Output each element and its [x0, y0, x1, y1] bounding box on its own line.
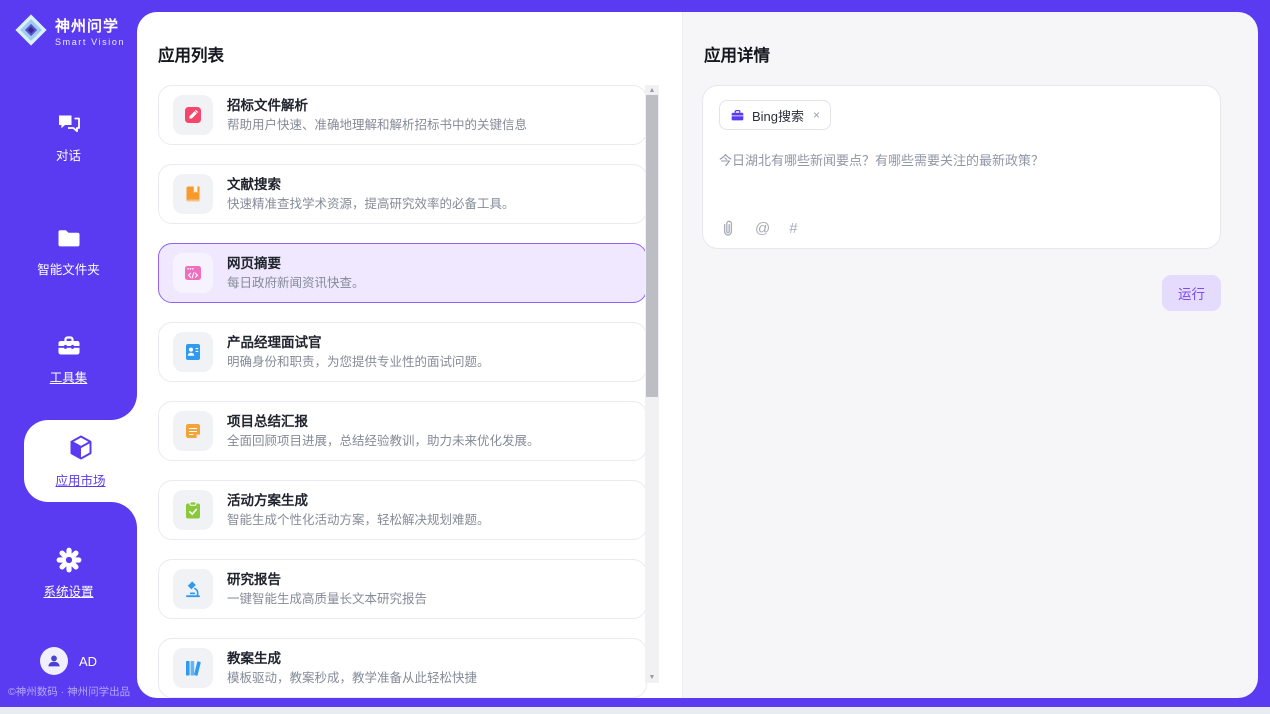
sidebar: 神州问学 Smart Vision 对话智能文件夹工具集应用市场系统设置 AD …: [0, 0, 137, 707]
app-card-desc: 智能生成个性化活动方案，轻松解决规划难题。: [227, 512, 490, 529]
sidebar-item-chat[interactable]: 对话: [0, 102, 137, 172]
paperclip-icon[interactable]: [720, 220, 736, 237]
user-row: AD: [0, 647, 137, 675]
tool-tag-bing-search[interactable]: Bing搜索 ×: [719, 100, 831, 130]
run-row: 运行: [702, 275, 1221, 311]
app-card-title: 项目总结汇报: [227, 413, 540, 430]
app-card[interactable]: 招标文件解析帮助用户快速、准确地理解和解析招标书中的关键信息: [158, 85, 647, 145]
app-card-text: 教案生成模板驱动，教案秒成，教学准备从此轻松快捷: [227, 650, 477, 687]
app-card-text: 产品经理面试官明确身份和职责，为您提供专业性的面试问题。: [227, 334, 490, 371]
document-edit-icon: [173, 95, 213, 135]
app-card[interactable]: 产品经理面试官明确身份和职责，为您提供专业性的面试问题。: [158, 322, 647, 382]
app-card-title: 研究报告: [227, 571, 427, 588]
book-icon: [173, 174, 213, 214]
app-title: 神州问学: [55, 18, 125, 35]
app-card-desc: 全面回顾项目进展，总结经验教训，助力未来优化发展。: [227, 433, 540, 450]
sidebar-item-label: 对话: [56, 145, 81, 164]
app-card-title: 网页摘要: [227, 255, 365, 272]
app-card-desc: 帮助用户快速、准确地理解和解析招标书中的关键信息: [227, 117, 527, 134]
app-card-text: 活动方案生成智能生成个性化活动方案，轻松解决规划难题。: [227, 492, 490, 529]
gear-icon: [55, 546, 83, 574]
avatar[interactable]: [40, 647, 68, 675]
close-icon[interactable]: ×: [813, 108, 820, 122]
composer-toolbar: @#: [720, 220, 798, 237]
app-card-desc: 模板驱动，教案秒成，教学准备从此轻松快捷: [227, 670, 477, 687]
app-card[interactable]: 网页摘要每日政府新闻资讯快查。: [158, 243, 647, 303]
active-tab-curve-bottom: [111, 502, 137, 528]
app-detail-panel: 应用详情 Bing搜索 × 今日湖北有哪些新闻要点？有哪些需要关注的最新政策？ …: [683, 12, 1258, 698]
sidebar-footer: ©神州数码 · 神州问学出品: [8, 684, 130, 699]
app-detail-title: 应用详情: [704, 42, 770, 66]
app-window: 神州问学 Smart Vision 对话智能文件夹工具集应用市场系统设置 AD …: [0, 0, 1270, 714]
clipboard-check-icon: [173, 490, 213, 530]
sidebar-item-label: 应用市场: [55, 470, 105, 489]
app-card[interactable]: 项目总结汇报全面回顾项目进展，总结经验教训，助力未来优化发展。: [158, 401, 647, 461]
scroll-up-icon[interactable]: ▲: [645, 86, 659, 95]
app-card-text: 招标文件解析帮助用户快速、准确地理解和解析招标书中的关键信息: [227, 97, 527, 134]
run-button[interactable]: 运行: [1162, 275, 1221, 311]
app-subtitle: Smart Vision: [55, 37, 125, 47]
books-icon: [173, 648, 213, 688]
app-logo: 神州问学 Smart Vision: [14, 13, 125, 52]
cube-icon: [66, 433, 96, 463]
app-list-panel: 应用列表 招标文件解析帮助用户快速、准确地理解和解析招标书中的关键信息文献搜索快…: [137, 12, 683, 698]
window-bottom-edge: [0, 707, 1270, 714]
app-card[interactable]: 研究报告一键智能生成高质量长文本研究报告: [158, 559, 647, 619]
folder-icon: [55, 224, 83, 252]
app-card-desc: 快速精准查找学术资源，提高研究效率的必备工具。: [227, 196, 515, 213]
prompt-card: Bing搜索 × 今日湖北有哪些新闻要点？有哪些需要关注的最新政策？ @#: [702, 85, 1221, 249]
app-card-text: 项目总结汇报全面回顾项目进展，总结经验教训，助力未来优化发展。: [227, 413, 540, 450]
toolbox-icon: [55, 332, 83, 360]
sidebar-item-tools[interactable]: 工具集: [0, 324, 137, 394]
browser-code-icon: [173, 253, 213, 293]
prompt-input[interactable]: 今日湖北有哪些新闻要点？有哪些需要关注的最新政策？: [719, 152, 1204, 170]
sidebar-item-app-market[interactable]: 应用市场: [24, 420, 137, 502]
note-icon: [173, 411, 213, 451]
tool-tag-label: Bing搜索: [752, 106, 804, 125]
chat-icon: [55, 110, 83, 138]
app-card-title: 产品经理面试官: [227, 334, 490, 351]
sidebar-item-label: 智能文件夹: [37, 259, 100, 278]
sidebar-item-label: 工具集: [50, 367, 88, 386]
app-card-title: 招标文件解析: [227, 97, 527, 114]
scrollbar[interactable]: ▲ ▼: [645, 85, 659, 683]
user-name: AD: [79, 654, 97, 669]
sidebar-item-settings[interactable]: 系统设置: [0, 538, 137, 608]
app-card-desc: 一键智能生成高质量长文本研究报告: [227, 591, 427, 608]
app-card-text: 网页摘要每日政府新闻资讯快查。: [227, 255, 365, 292]
app-card-title: 教案生成: [227, 650, 477, 667]
app-card-title: 文献搜索: [227, 176, 515, 193]
app-card-list: 招标文件解析帮助用户快速、准确地理解和解析招标书中的关键信息文献搜索快速精准查找…: [158, 85, 647, 698]
briefcase-icon: [730, 108, 745, 123]
mention-icon[interactable]: @: [755, 220, 770, 237]
interview-icon: [173, 332, 213, 372]
active-tab-curve-top: [111, 394, 137, 420]
app-list-title: 应用列表: [158, 42, 224, 66]
gem-logo-icon: [14, 13, 48, 52]
hash-icon[interactable]: #: [789, 220, 797, 237]
scroll-down-icon[interactable]: ▼: [645, 673, 659, 682]
main-content: 应用列表 招标文件解析帮助用户快速、准确地理解和解析招标书中的关键信息文献搜索快…: [137, 12, 1258, 698]
app-card-text: 文献搜索快速精准查找学术资源，提高研究效率的必备工具。: [227, 176, 515, 213]
scrollbar-thumb[interactable]: [646, 95, 658, 397]
app-card[interactable]: 教案生成模板驱动，教案秒成，教学准备从此轻松快捷: [158, 638, 647, 698]
app-card-desc: 每日政府新闻资讯快查。: [227, 275, 365, 292]
app-card[interactable]: 活动方案生成智能生成个性化活动方案，轻松解决规划难题。: [158, 480, 647, 540]
app-card[interactable]: 文献搜索快速精准查找学术资源，提高研究效率的必备工具。: [158, 164, 647, 224]
app-card-title: 活动方案生成: [227, 492, 490, 509]
app-card-text: 研究报告一键智能生成高质量长文本研究报告: [227, 571, 427, 608]
app-card-desc: 明确身份和职责，为您提供专业性的面试问题。: [227, 354, 490, 371]
microscope-icon: [173, 569, 213, 609]
sidebar-item-folders[interactable]: 智能文件夹: [0, 216, 137, 286]
sidebar-item-label: 系统设置: [43, 581, 93, 600]
